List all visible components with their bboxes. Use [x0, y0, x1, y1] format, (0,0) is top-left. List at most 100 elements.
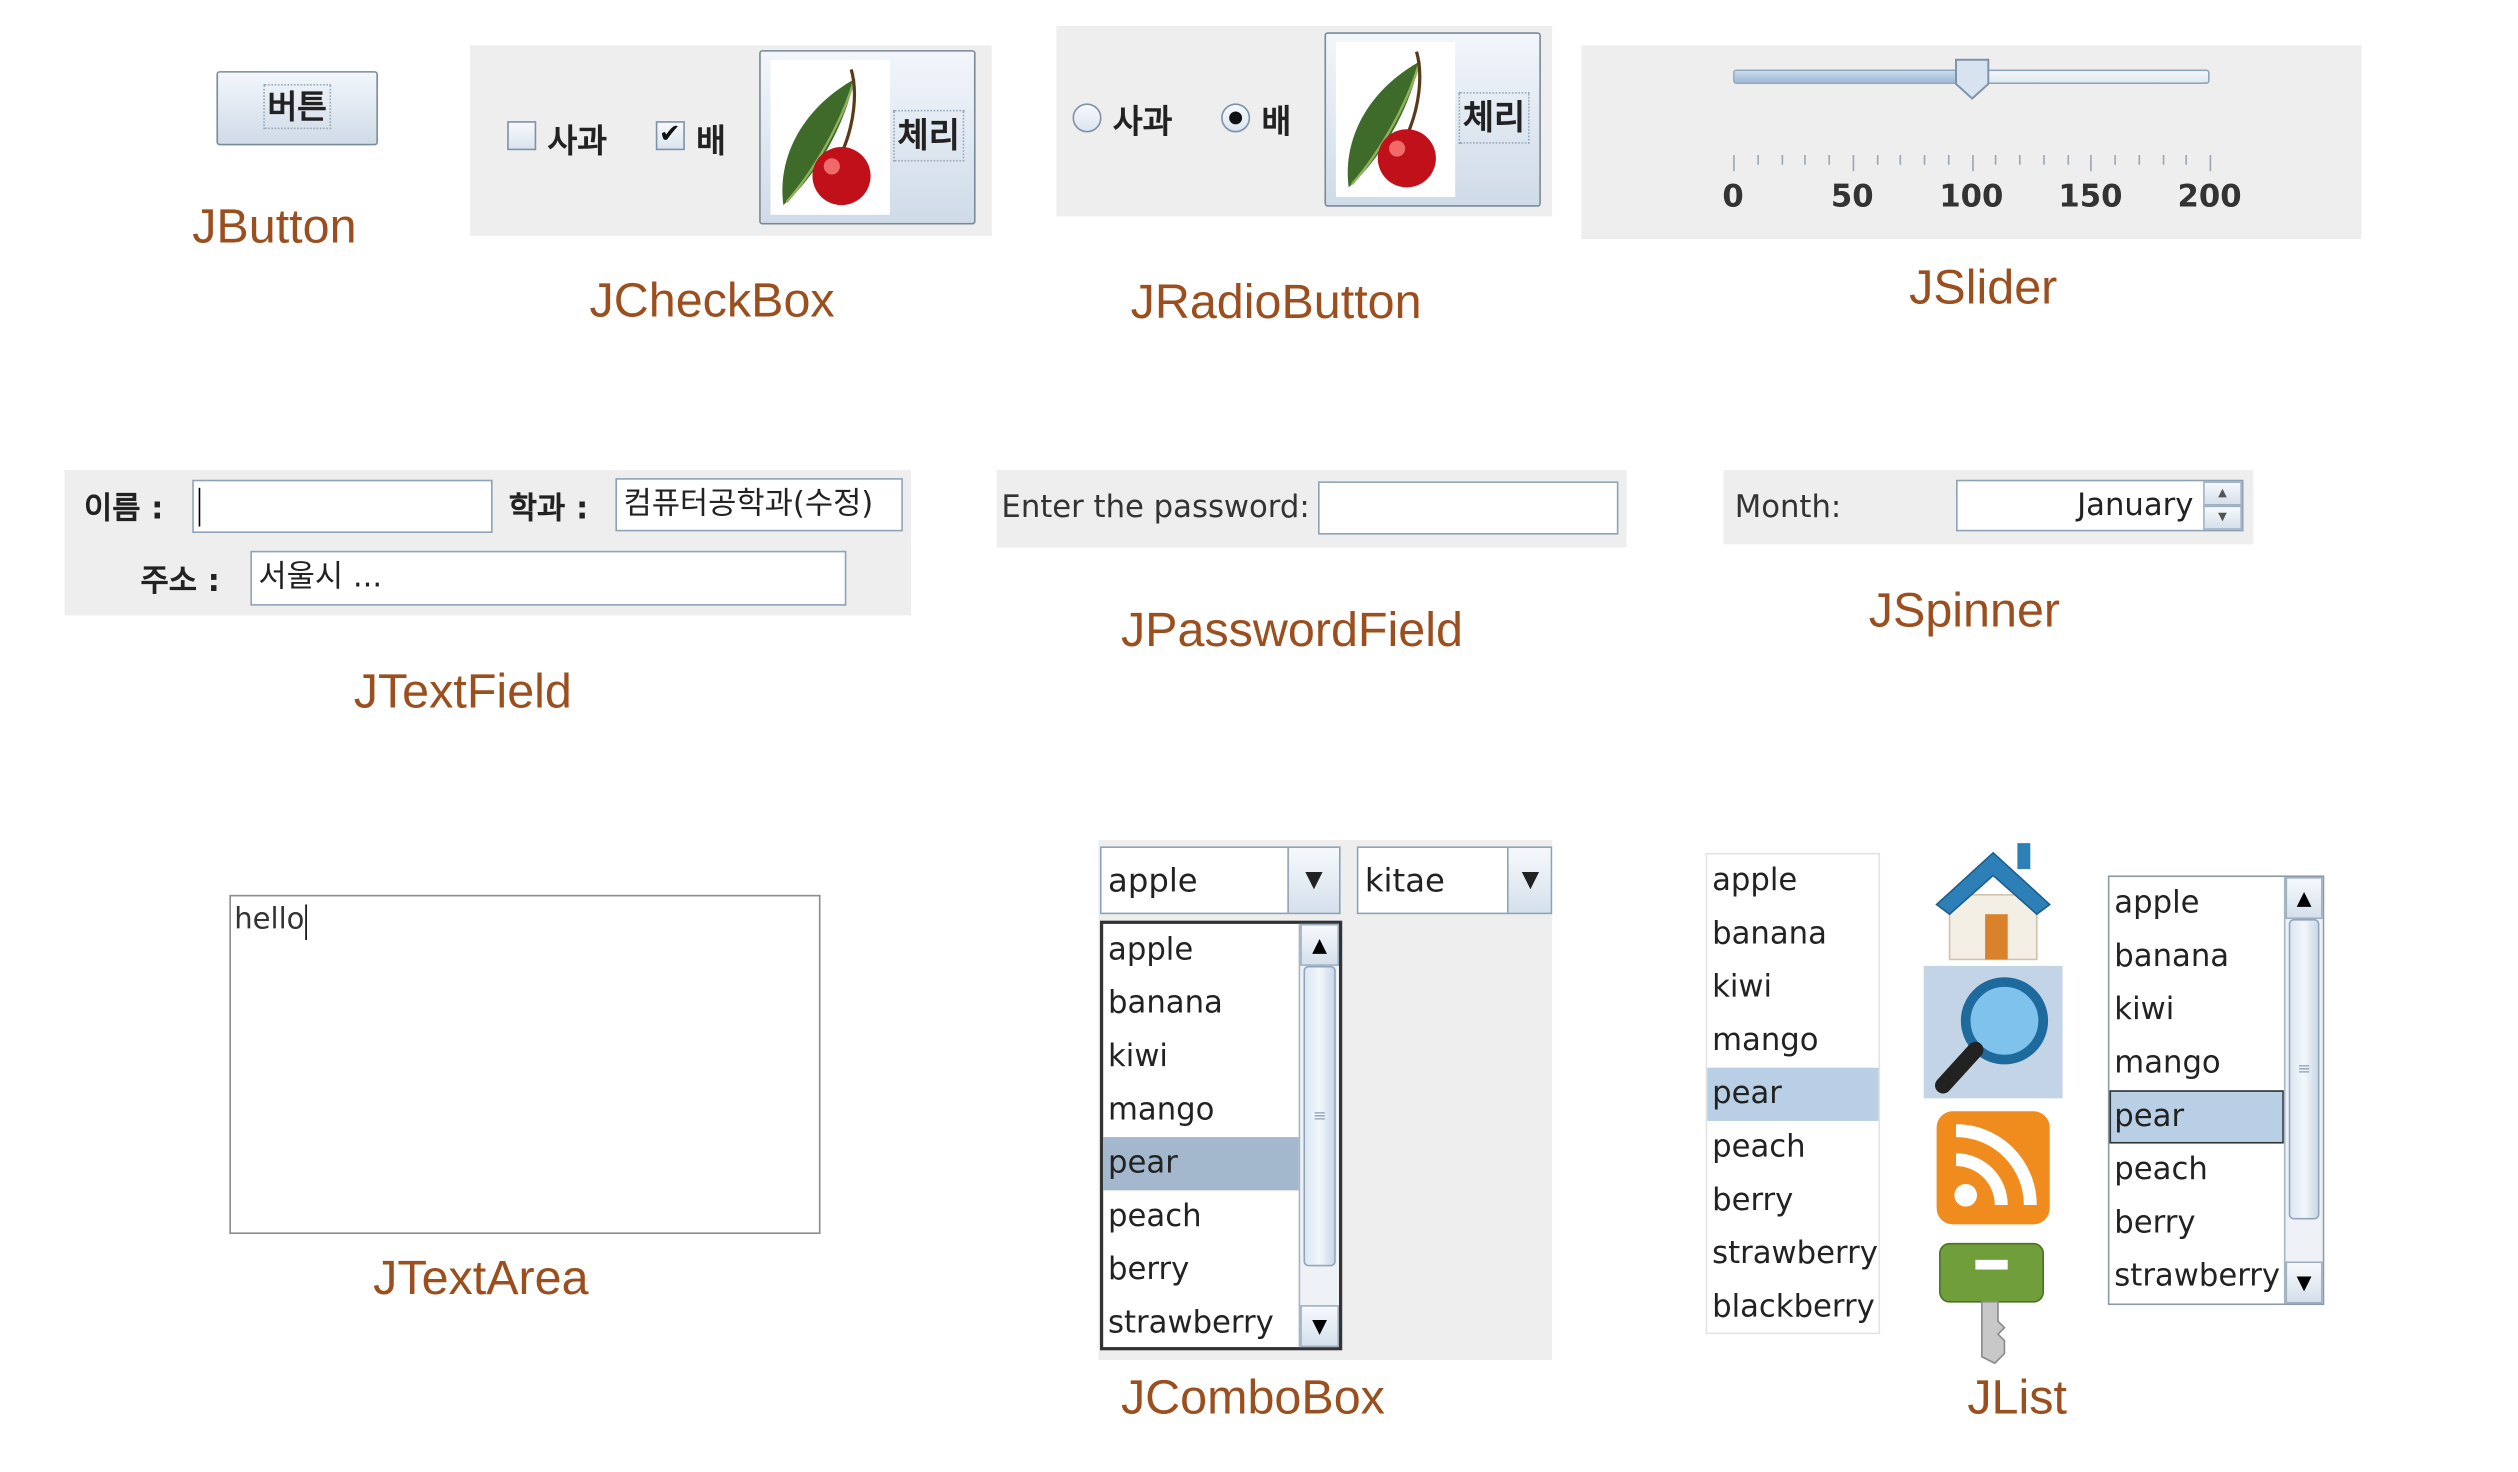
jlist-item[interactable]: mango: [1707, 1014, 1878, 1067]
caption-jlist: JList: [1967, 1371, 2067, 1425]
jlist-item[interactable]: strawberry: [1707, 1228, 1878, 1281]
home-icon: [1935, 843, 2051, 961]
combo-list-item[interactable]: apple: [1103, 924, 1298, 977]
jslider-panel: 0 50 100 150 200: [1581, 45, 2362, 240]
slider-tick: [1733, 155, 1735, 172]
jlist-scroll-item[interactable]: apple: [2109, 877, 2283, 930]
search-icon: [1935, 977, 2049, 1094]
combo-popup-list: apple banana kiwi mango pear peach berry strawb…: [1099, 920, 1343, 1351]
checkbox-cherry[interactable]: 체리: [759, 50, 976, 225]
slider-tick: [1780, 155, 1783, 165]
jlist-scroll-item[interactable]: pear: [2109, 1090, 2284, 1144]
combo-list-item[interactable]: banana: [1103, 977, 1298, 1030]
checkbox-cherry-label: 체리: [893, 109, 965, 162]
jlist-item[interactable]: berry: [1707, 1174, 1878, 1227]
scroll-up-arrow-icon[interactable]: ▲: [1300, 923, 1340, 966]
jlist-scroll[interactable]: apple banana kiwi mango pear peach berry strawb…: [2107, 875, 2325, 1306]
checkbox-apple-box[interactable]: [507, 121, 537, 151]
jcombobox-panel: apple ▼ kitae ▼ apple banana kiwi mango pear…: [1098, 839, 1553, 1360]
slider-tick: [2161, 155, 2164, 165]
jradiobutton-panel: 사과 배 체리: [1056, 25, 1553, 217]
jlist-scroll-item[interactable]: banana: [2109, 930, 2283, 983]
key-icon: [1939, 1242, 2045, 1365]
combo-apple[interactable]: apple ▼: [1099, 846, 1341, 915]
jbutton-label: 버튼: [263, 83, 332, 130]
caption-jspinner: JSpinner: [1868, 584, 2061, 639]
caption-jcombobox: JComboBox: [1120, 1371, 1385, 1425]
radio-cherry[interactable]: 체리: [1324, 32, 1541, 207]
combo-list-item[interactable]: strawberry: [1103, 1297, 1298, 1350]
combo-dropdown-arrow-icon[interactable]: ▼: [1287, 847, 1340, 913]
jlist-plain[interactable]: apple banana kiwi mango pear peach berry strawb…: [1705, 852, 1881, 1335]
slider-tick: [1995, 155, 1997, 165]
combo-list-item[interactable]: mango: [1103, 1084, 1298, 1137]
jlist-item[interactable]: pear: [1707, 1067, 1879, 1121]
jlist-item[interactable]: kiwi: [1707, 961, 1878, 1014]
text-caret: [305, 904, 307, 941]
addr-field[interactable]: 서울시 ...: [250, 550, 847, 606]
jlist-icons[interactable]: [1923, 836, 2063, 1370]
dept-label: 학과 :: [508, 491, 589, 527]
jlist-scroll-item[interactable]: berry: [2109, 1197, 2283, 1250]
caption-jtextfield: JTextField: [353, 665, 572, 719]
slider-tick-label: 150: [2058, 179, 2123, 215]
textarea-text: hello: [234, 902, 305, 937]
slider-tick: [1756, 155, 1759, 165]
jtextarea[interactable]: hello: [229, 894, 821, 1235]
jlist-scroll-item[interactable]: strawberry: [2109, 1250, 2283, 1303]
slider-tick: [2185, 155, 2188, 165]
spinner-up-button[interactable]: ▲: [2203, 481, 2242, 506]
spinner-up-icon: ▲: [2218, 486, 2227, 500]
combo-list-item[interactable]: berry: [1103, 1244, 1298, 1297]
slider-tick: [1852, 155, 1854, 172]
jlist-item[interactable]: blackberry: [1707, 1281, 1878, 1334]
checkbox-pear-label: 배: [696, 121, 726, 160]
radio-apple[interactable]: [1072, 103, 1102, 133]
dept-field[interactable]: 컴퓨터공학과(수정): [615, 478, 903, 532]
scroll-thumb[interactable]: ≡: [2288, 919, 2320, 1220]
password-field[interactable]: [1318, 481, 1619, 535]
scroll-thumb[interactable]: ≡: [1303, 965, 1336, 1267]
combo-list-item[interactable]: peach: [1103, 1190, 1298, 1243]
radio-pear[interactable]: [1221, 103, 1251, 133]
combo-kitae[interactable]: kitae ▼: [1356, 846, 1553, 915]
combo-scrollbar[interactable]: ▲ ≡ ▼: [1298, 923, 1340, 1348]
jspinner-panel: Month: January ▲ ▼: [1723, 470, 2254, 545]
jlist-item[interactable]: apple: [1707, 854, 1878, 907]
slider-tick: [1923, 155, 1926, 165]
name-label: 이름 :: [83, 491, 164, 527]
scroll-down-arrow-icon[interactable]: ▼: [2285, 1261, 2323, 1304]
check-mark-icon: ✔: [659, 117, 681, 149]
checkbox-pear-box[interactable]: ✔: [655, 117, 685, 151]
combo-list-item[interactable]: pear: [1103, 1137, 1299, 1191]
scroll-up-arrow-icon[interactable]: ▲: [2285, 877, 2323, 920]
slider-tick: [1971, 155, 1973, 172]
jlist-scrollbar[interactable]: ▲ ≡ ▼: [2283, 877, 2323, 1304]
caption-jbutton: JButton: [192, 200, 357, 254]
radio-pear-label: 배: [1261, 101, 1292, 141]
spinner-field[interactable]: January: [1956, 479, 2244, 532]
combo-kitae-value: kitae: [1364, 860, 1445, 900]
cherry-icon: [1335, 41, 1456, 198]
jlist-scroll-item[interactable]: mango: [2109, 1037, 2283, 1090]
radio-cherry-label: 체리: [1458, 92, 1530, 144]
jbutton-demo[interactable]: 버튼: [216, 71, 378, 146]
combo-list-item[interactable]: kiwi: [1103, 1030, 1298, 1083]
slider-tick: [2090, 155, 2093, 172]
spinner-down-button[interactable]: ▼: [2203, 505, 2242, 530]
slider-thumb[interactable]: [1954, 58, 1990, 100]
slider-tick: [2209, 155, 2212, 172]
slider-tick: [1876, 155, 1878, 165]
slider-tick: [1828, 155, 1831, 165]
jlist-scroll-item[interactable]: peach: [2109, 1144, 2283, 1197]
scroll-down-arrow-icon[interactable]: ▼: [1300, 1305, 1340, 1348]
name-field[interactable]: [192, 479, 493, 534]
combo-dropdown-arrow-icon[interactable]: ▼: [1506, 847, 1551, 913]
caption-jslider: JSlider: [1909, 261, 2058, 315]
slider-tick-label: 200: [2177, 179, 2242, 215]
jlist-item[interactable]: banana: [1707, 908, 1878, 961]
slider-tick: [2019, 155, 2021, 165]
jlist-scroll-item[interactable]: kiwi: [2109, 984, 2283, 1037]
rss-icon: [1936, 1111, 2050, 1225]
jlist-item[interactable]: peach: [1707, 1121, 1878, 1174]
